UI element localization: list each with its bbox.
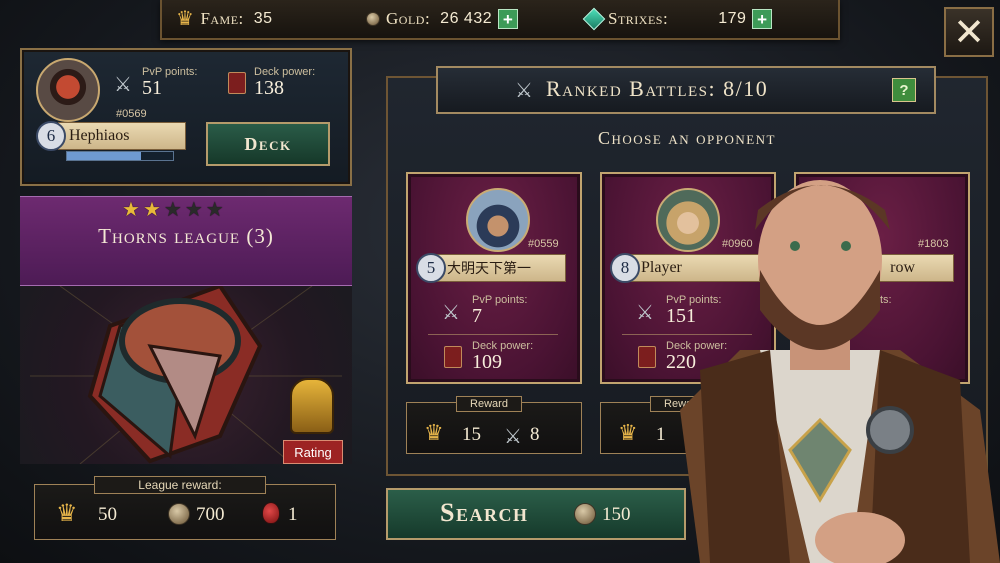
strix-gem-icon: [582, 7, 606, 31]
opponent-deck-value: 220: [666, 351, 696, 373]
opponent-name: Player: [641, 259, 682, 276]
league-star-empty: ★: [184, 199, 203, 221]
league-reward-gold: 700: [196, 504, 225, 525]
gold-coin-icon: [574, 503, 596, 525]
player-level-badge: 6: [36, 121, 66, 151]
opponent-name-banner: 大明天下第一: [436, 254, 566, 282]
opponent-avatar: [656, 188, 720, 252]
gold-resource: Gold: 26 432 +: [352, 0, 572, 38]
league-star-filled: ★: [122, 199, 140, 221]
league-reward-potion: 1: [288, 504, 298, 525]
opponent-deck-value: 109: [472, 351, 502, 373]
card-divider: [622, 334, 752, 335]
xp-bar-fill: [67, 152, 142, 160]
xp-bar: [66, 151, 174, 161]
opponent-reward-pvp: 8: [530, 424, 540, 445]
potion-icon: [262, 502, 280, 524]
deck-button-label: Deck: [244, 133, 292, 154]
rating-trophy-icon[interactable]: [290, 378, 334, 434]
opponent-level: 8: [620, 258, 630, 277]
choose-opponent-label: Choose an opponent: [597, 128, 776, 148]
opponent-reward-label: Reward: [650, 396, 716, 412]
opponent-reward-fame: 1: [656, 424, 666, 445]
opponent-name: 大明天下第一: [447, 262, 531, 277]
player-pvp-value: 51: [142, 77, 162, 99]
help-icon: ?: [899, 81, 909, 99]
opponent-level-badge: 5: [416, 253, 446, 283]
opponent-id: #0559: [528, 238, 559, 250]
fame-crown-icon: ♛: [424, 420, 444, 445]
league-title: Thorns league (3): [98, 224, 274, 248]
deck-book-icon: [638, 346, 656, 368]
deck-book-icon: [228, 72, 246, 94]
opponent-pvp-value: 151: [666, 305, 696, 327]
player-name-banner: Hephiaos: [58, 122, 186, 150]
fame-crown-icon: ♛: [618, 420, 638, 445]
resource-bar: ♛ Fame: 35 Gold: 26 432 + Strixes: 179 +: [160, 0, 840, 40]
gold-value: 26 432: [440, 10, 493, 27]
league-crest-area: [20, 283, 352, 465]
opponent-reward-label: Reward: [456, 396, 522, 412]
gold-label: Gold:: [386, 9, 431, 28]
league-star-filled: ★: [142, 199, 161, 221]
crossed-swords-icon: ⚔: [504, 426, 522, 448]
league-reward-fame: 50: [98, 504, 117, 525]
ranked-battles-title: Ranked Battles: 8/10: [546, 76, 769, 101]
opponent-name: row: [890, 259, 915, 276]
card-divider: [428, 334, 558, 335]
player-id: #0569: [116, 108, 147, 120]
league-star-empty: ★: [163, 199, 182, 221]
fame-label: Fame:: [200, 9, 244, 28]
thorns-league-shield-emblem: [30, 283, 342, 465]
crossed-swords-icon: ⚔: [515, 80, 533, 102]
player-deck-value: 138: [254, 77, 284, 99]
close-button[interactable]: ✕: [944, 7, 994, 57]
deck-book-icon: [444, 346, 462, 368]
crossed-swords-icon: ⚔: [442, 302, 460, 324]
add-strixes-button[interactable]: +: [752, 9, 773, 29]
crown-icon: ♛: [176, 8, 195, 30]
gold-coin-icon: [366, 12, 380, 26]
league-star-empty: ★: [205, 199, 224, 221]
opponent-pvp-label: ts:: [880, 294, 892, 306]
opponent-name-banner: row: [824, 254, 954, 282]
gold-coin-icon: [168, 503, 190, 525]
search-button-label: Search: [440, 498, 529, 527]
strixes-label: Strixes:: [608, 9, 669, 28]
search-button[interactable]: [386, 488, 686, 540]
add-gold-button[interactable]: +: [498, 9, 519, 29]
strixes-value: 179: [718, 10, 747, 27]
crossed-swords-icon: ⚔: [114, 74, 132, 96]
opponent-pvp-value: 7: [472, 305, 482, 327]
opponent-avatar: [466, 188, 530, 252]
fame-resource: ♛ Fame: 35: [162, 0, 352, 38]
league-reward-label: League reward:: [94, 476, 266, 494]
deck-button[interactable]: Deck: [206, 122, 330, 166]
player-level: 6: [46, 126, 56, 145]
opponent-reward-fame: 15: [462, 424, 481, 445]
player-name: Hephiaos: [69, 127, 130, 144]
close-icon: ✕: [953, 10, 985, 54]
fame-value: 35: [253, 10, 273, 27]
crossed-swords-icon: ⚔: [636, 302, 654, 324]
opponent-level-badge: 8: [610, 253, 640, 283]
rating-button-label: Rating: [294, 444, 332, 460]
player-avatar: [36, 58, 100, 122]
fame-crown-icon: ♛: [56, 501, 78, 527]
help-button[interactable]: ?: [892, 78, 916, 102]
opponent-name-banner: Player: [630, 254, 760, 282]
opponent-level: 5: [426, 258, 436, 277]
opponent-id: #0960: [722, 238, 753, 250]
search-cost: 150: [602, 504, 631, 525]
opponent-id: #1803: [918, 238, 949, 250]
league-stars: ★ ★ ★ ★ ★: [122, 200, 224, 220]
rating-button[interactable]: Rating: [283, 440, 343, 464]
strixes-resource: Strixes: 179 +: [572, 0, 812, 38]
